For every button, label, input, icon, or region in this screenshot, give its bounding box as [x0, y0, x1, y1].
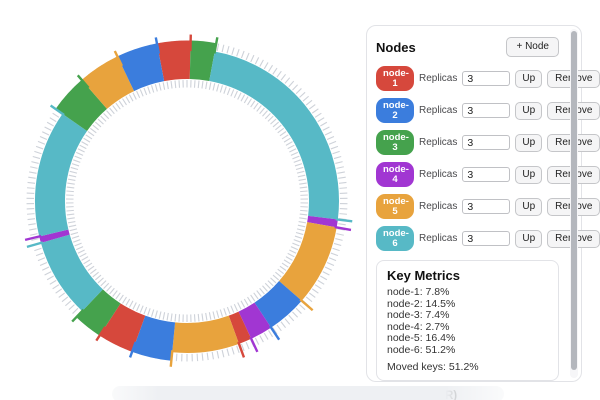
- replicas-label: Replicas: [419, 169, 458, 180]
- replicas-input[interactable]: [462, 199, 511, 214]
- replicas-input[interactable]: [462, 231, 511, 246]
- node-badge: node-6: [376, 226, 414, 251]
- ring-segment-node-3: [55, 79, 108, 132]
- replicas-label: Replicas: [419, 137, 458, 148]
- replicas-label: Replicas: [419, 105, 458, 116]
- node-row: node-5 Replicas Up Remove: [376, 194, 600, 219]
- up-button[interactable]: Up: [515, 197, 543, 216]
- ring-segment-node-1: [99, 303, 146, 352]
- metric-line: node-6: 51.2%: [387, 343, 456, 356]
- node-row: node-6 Replicas Up Remove: [376, 226, 600, 251]
- cutoff-card: [112, 386, 504, 400]
- up-button[interactable]: Up: [515, 101, 543, 120]
- node-badge: node-1: [376, 66, 414, 91]
- replicas-input[interactable]: [462, 167, 511, 182]
- replicas-input[interactable]: [462, 103, 511, 118]
- node-row: node-1 Replicas Up Remove: [376, 66, 600, 91]
- metric-line: node-1: 7.8%: [387, 286, 450, 298]
- moved-keys-line: Moved keys: 51.2%: [387, 361, 479, 373]
- nodes-header: Nodes + Node: [376, 37, 559, 57]
- control-panel: Nodes + Node node-1 Replicas Up Remove n…: [366, 25, 600, 400]
- up-button[interactable]: Up: [515, 69, 543, 88]
- ring-segment-node-1: [228, 311, 252, 344]
- ring-segment-node-1: [156, 40, 191, 82]
- ring-segment-node-2: [254, 280, 302, 328]
- ring-segment-node-6: [40, 234, 104, 312]
- ring-segment-node-4: [39, 229, 70, 243]
- metric-line: node-3: 7.4%: [387, 309, 450, 321]
- ring-segment-node-4: [307, 215, 338, 228]
- ring-segment-node-6: [35, 113, 88, 237]
- ring-segment-node-3: [76, 289, 121, 336]
- node-row: node-2 Replicas Up Remove: [376, 98, 600, 123]
- replicas-label: Replicas: [419, 201, 458, 212]
- replicas-label: Replicas: [419, 233, 458, 244]
- node-badge: node-4: [376, 162, 414, 187]
- replicas-input[interactable]: [462, 71, 511, 86]
- hash-ring-visualization: [24, 34, 353, 367]
- up-button[interactable]: Up: [515, 165, 543, 184]
- metric-line: node-5: 16.4%: [387, 332, 456, 344]
- ring-segment-node-2: [117, 43, 165, 92]
- ring-segment-node-4: [238, 302, 272, 339]
- nodes-title: Nodes: [376, 39, 416, 55]
- ring-segment-node-5: [278, 221, 337, 301]
- metric-lines: node-1: 7.8% node-2: 14.5% node-3: 7.4% nod…: [387, 286, 548, 356]
- node-row: node-4 Replicas Up Remove: [376, 162, 600, 187]
- ring-segment-node-3: [189, 40, 217, 82]
- node-badge: node-3: [376, 130, 414, 155]
- replicas-label: Replicas: [419, 73, 458, 84]
- ring-segment-node-5: [81, 56, 135, 110]
- up-button[interactable]: Up: [515, 133, 543, 152]
- key-metrics-title: Key Metrics: [387, 268, 460, 283]
- ring-segment-node-2: [132, 315, 176, 361]
- ring-segment-node-5: [172, 315, 239, 353]
- node-list: node-1 Replicas Up Remove node-2 Replica…: [376, 66, 600, 251]
- node-badge: node-5: [376, 194, 414, 219]
- node-badge: node-2: [376, 98, 414, 123]
- panel-scrollbar-track[interactable]: [570, 29, 578, 378]
- up-button[interactable]: Up: [515, 229, 543, 248]
- key-metrics-card: Key Metrics node-1: 7.8% node-2: 14.5% nod…: [376, 260, 559, 381]
- panel-scrollbar-thumb[interactable]: [571, 31, 577, 370]
- node-row: node-3 Replicas Up Remove: [376, 130, 600, 155]
- add-node-button[interactable]: + Node: [506, 37, 559, 57]
- replicas-input[interactable]: [462, 135, 511, 150]
